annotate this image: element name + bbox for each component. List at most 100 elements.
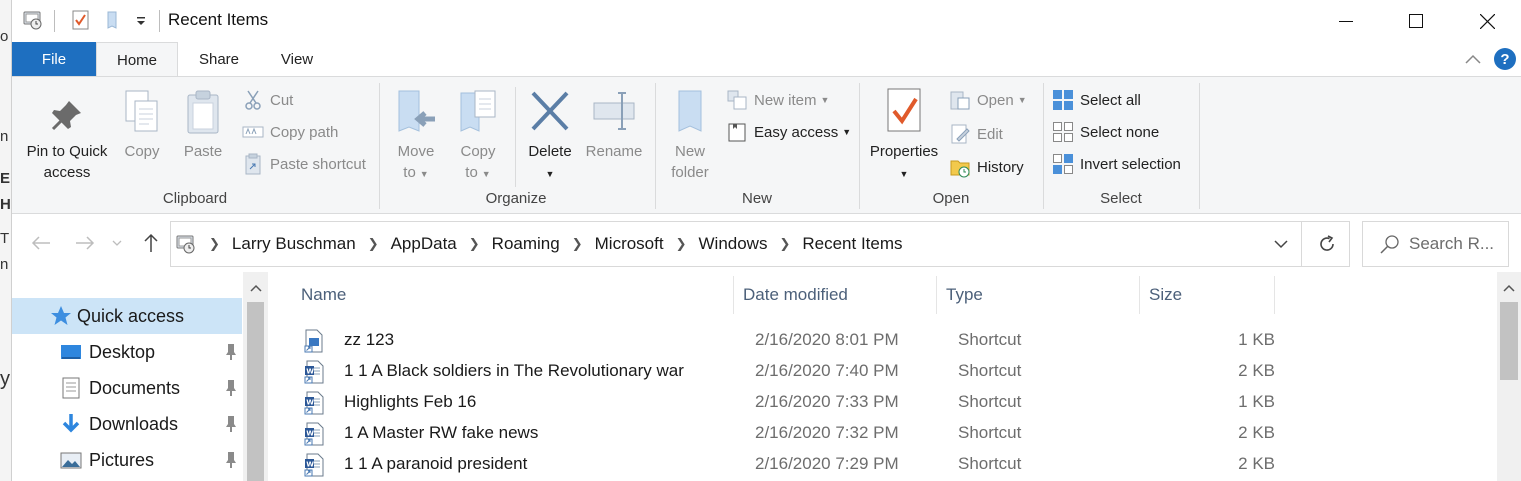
scrollbar-thumb[interactable] (247, 302, 264, 481)
minimize-icon (1339, 21, 1353, 22)
column-header-name[interactable]: Name (301, 280, 731, 310)
address-history-button[interactable] (1261, 222, 1301, 266)
new-group-label: New (741, 190, 772, 207)
word-doc-icon: W (304, 422, 324, 446)
search-box[interactable]: Search R... (1362, 221, 1509, 267)
sidebar-item-pictures[interactable]: Pictures (12, 442, 242, 478)
open-button[interactable]: Open ▼ (949, 87, 1027, 113)
breadcrumb-item[interactable]: Recent Items (802, 234, 902, 254)
chevron-right-icon[interactable]: ❯ (779, 236, 790, 252)
breadcrumb-item[interactable]: Larry Buschman (232, 234, 356, 254)
pin-icon[interactable] (224, 451, 238, 469)
caret-down-icon: ▼ (419, 169, 429, 179)
organize-group-label: Organize (485, 190, 547, 207)
help-button[interactable]: ? (1494, 48, 1516, 70)
chevron-right-icon[interactable]: ❯ (572, 236, 583, 252)
move-to-button[interactable]: Move to ▼ (390, 89, 442, 185)
rename-button[interactable]: Rename (582, 89, 646, 162)
maximize-icon (1409, 14, 1423, 28)
breadcrumb-item[interactable]: Microsoft (595, 234, 664, 254)
column-divider[interactable] (1139, 276, 1140, 314)
column-header-size[interactable]: Size (1149, 280, 1269, 310)
back-button[interactable] (26, 228, 56, 258)
sidebar-item-downloads[interactable]: Downloads (12, 406, 242, 442)
tab-share[interactable]: Share (186, 42, 252, 76)
pin-icon[interactable] (224, 343, 238, 361)
select-all-button[interactable]: Select all (1052, 87, 1141, 113)
cut-button[interactable]: Cut (242, 87, 293, 113)
invert-selection-button[interactable]: Invert selection (1052, 151, 1181, 177)
column-header-type[interactable]: Type (946, 280, 1136, 310)
navigation-scrollbar[interactable] (243, 272, 268, 481)
refresh-button[interactable] (1301, 222, 1351, 266)
up-button[interactable] (136, 228, 166, 258)
forward-button[interactable] (70, 228, 100, 258)
chevron-right-icon[interactable]: ❯ (676, 236, 687, 252)
recent-locations-button[interactable] (107, 228, 127, 258)
open-label: Open (977, 91, 1014, 109)
file-type: Shortcut (958, 454, 1022, 473)
copy-icon (125, 90, 158, 132)
chevron-right-icon[interactable]: ❯ (469, 236, 480, 252)
column-divider[interactable] (733, 276, 734, 314)
new-folder-quick-icon[interactable] (102, 9, 124, 31)
file-list-scrollbar[interactable] (1497, 272, 1521, 481)
breadcrumb-item[interactable]: Roaming (492, 234, 560, 254)
ribbon-home: Pin to Quick access Copy Paste Cut Copy … (12, 76, 1521, 214)
column-header-date-modified[interactable]: Date modified (743, 280, 933, 310)
sidebar-item-label: Pictures (89, 449, 155, 470)
group-separator (1199, 83, 1200, 209)
properties-button[interactable]: Properties ▼ (864, 87, 944, 185)
table-row[interactable]: W 1 A Master RW fake news 2/16/2020 7:32… (300, 419, 1310, 450)
edit-button[interactable]: Edit (949, 121, 1003, 147)
clipboard-group-label: Clipboard (162, 190, 228, 207)
easy-access-button[interactable]: Easy access ▼ (726, 119, 851, 145)
column-divider[interactable] (1274, 276, 1275, 314)
sidebar-item-documents[interactable]: Documents (12, 370, 242, 406)
table-row[interactable]: zz 123 2/16/2020 8:01 PM Shortcut 1 KB (300, 326, 1310, 357)
table-row[interactable]: W 1 1 A Black soldiers in The Revolution… (300, 357, 1310, 388)
paste-icon (187, 90, 219, 134)
delete-button[interactable]: Delete ▼ (524, 89, 576, 185)
move-to-label-line2: to ▼ (403, 164, 428, 181)
column-divider[interactable] (936, 276, 937, 314)
new-item-button[interactable]: New item ▼ (726, 87, 829, 113)
easy-access-icon (728, 123, 746, 142)
properties-quick-icon[interactable] (70, 9, 92, 31)
pin-icon[interactable] (224, 415, 238, 433)
paste-label: Paste (183, 143, 223, 160)
minimize-button[interactable] (1312, 0, 1380, 42)
copy-button[interactable]: Copy (118, 89, 166, 162)
breadcrumb-item[interactable]: Windows (699, 234, 768, 254)
file-size: 2 KB (1238, 454, 1275, 473)
select-none-button[interactable]: Select none (1052, 119, 1159, 145)
copy-to-button[interactable]: Copy to ▼ (452, 89, 504, 185)
address-bar[interactable]: ❯ Larry Buschman ❯ AppData ❯ Roaming ❯ M… (170, 221, 1350, 267)
sidebar-item-desktop[interactable]: Desktop (12, 334, 242, 370)
explorer-app-icon[interactable] (22, 9, 44, 31)
sidebar-item-quick-access[interactable]: Quick access (12, 298, 242, 334)
customize-toolbar-icon[interactable] (130, 9, 152, 31)
close-button[interactable] (1453, 0, 1521, 42)
chevron-right-icon[interactable]: ❯ (368, 236, 379, 252)
maximize-button[interactable] (1382, 0, 1450, 42)
pin-icon[interactable] (224, 379, 238, 397)
new-folder-button[interactable]: New folder (664, 89, 716, 183)
paste-shortcut-button[interactable]: Paste shortcut (242, 151, 366, 177)
history-button[interactable]: History (949, 154, 1024, 180)
scroll-up-button[interactable] (1497, 276, 1521, 300)
delete-label: Delete (528, 143, 572, 160)
copy-path-button[interactable]: Copy path (242, 119, 338, 145)
table-row[interactable]: W 1 1 A paranoid president 2/16/2020 7:2… (300, 450, 1310, 481)
file-size: 1 KB (1238, 330, 1275, 349)
tab-view[interactable]: View (262, 42, 332, 76)
collapse-ribbon-button[interactable] (1464, 50, 1482, 68)
breadcrumb-item[interactable]: AppData (391, 234, 457, 254)
tab-file[interactable]: File (12, 42, 96, 76)
table-row[interactable]: W Highlights Feb 16 2/16/2020 7:33 PM Sh… (300, 388, 1310, 419)
tab-home[interactable]: Home (96, 42, 178, 77)
scroll-up-button[interactable] (243, 276, 268, 300)
paste-button[interactable]: Paste (178, 89, 228, 162)
scrollbar-thumb[interactable] (1500, 302, 1518, 380)
pin-to-quick-access-button[interactable]: Pin to Quick access (20, 95, 114, 183)
